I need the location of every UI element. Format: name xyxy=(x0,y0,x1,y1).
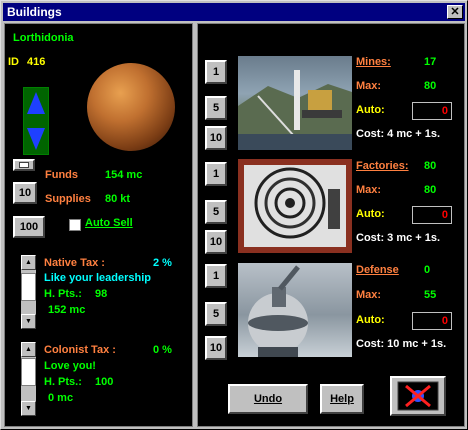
factories-add-1-button[interactable]: 1 xyxy=(205,162,227,186)
native-income: 152 mc xyxy=(48,304,86,316)
planet-id-label: ID xyxy=(8,56,19,68)
mines-current: 17 xyxy=(424,56,437,68)
supplies-label: Supplies xyxy=(45,193,91,205)
mines-cost: Cost: 4 mc + 1s. xyxy=(356,128,441,140)
close-button[interactable]: ✕ xyxy=(447,5,463,19)
buildings-window: Buildings ✕ Lorthidonia ID 416 10 100 Fu… xyxy=(0,0,468,430)
factories-image xyxy=(238,159,352,253)
defense-auto-input[interactable]: 0 xyxy=(412,312,452,330)
factories-auto-label: Auto: xyxy=(356,208,385,220)
scroll-up-icon[interactable]: ▲ xyxy=(21,255,36,270)
factories-current: 80 xyxy=(424,160,437,172)
colonist-tax-scrollbar[interactable]: ▲ ▼ xyxy=(21,342,36,416)
mines-max: 80 xyxy=(424,80,437,92)
exit-icon xyxy=(397,381,439,411)
colonist-hpts-value: 100 xyxy=(95,376,114,388)
native-mood: Like your leadership xyxy=(44,272,151,284)
defense-max: 55 xyxy=(424,289,437,301)
mines-auto-input[interactable]: 0 xyxy=(412,102,452,120)
auto-sell-checkbox[interactable] xyxy=(69,219,81,231)
defense-add-10-button[interactable]: 10 xyxy=(205,336,227,360)
mines-add-1-button[interactable]: 1 xyxy=(205,60,227,84)
colonist-income: 0 mc xyxy=(48,392,74,404)
colonist-tax-label: Colonist Tax : xyxy=(44,344,116,356)
defense-label: Defense xyxy=(356,264,399,276)
title-bar: Buildings ✕ xyxy=(3,3,465,21)
factories-cost: Cost: 3 mc + 1s. xyxy=(356,232,441,244)
scroll-thumb[interactable] xyxy=(21,273,36,301)
scroll-up-icon[interactable]: ▲ xyxy=(21,342,36,357)
planet-name: Lorthidonia xyxy=(13,32,74,44)
factories-auto-input[interactable]: 0 xyxy=(412,206,452,224)
defense-auto-label: Auto: xyxy=(356,314,385,326)
mines-add-5-button[interactable]: 5 xyxy=(205,96,227,120)
funds-label: Funds xyxy=(45,169,78,181)
planet-id-value: 416 xyxy=(27,56,46,68)
window-title: Buildings xyxy=(7,5,62,19)
defense-add-5-button[interactable]: 5 xyxy=(205,302,227,326)
help-button[interactable]: Help xyxy=(320,384,364,414)
factories-add-10-button[interactable]: 10 xyxy=(205,230,227,254)
colonist-tax-value: 0 % xyxy=(153,344,172,356)
mines-image xyxy=(238,56,352,150)
native-tax-value: 2 % xyxy=(153,257,172,269)
factories-label: Factories: xyxy=(356,160,409,172)
defense-add-1-button[interactable]: 1 xyxy=(205,264,227,288)
mines-max-label: Max: xyxy=(356,80,382,92)
arrow-down-icon[interactable] xyxy=(27,128,45,150)
native-tax-label: Native Tax : xyxy=(44,257,105,269)
arrow-up-icon[interactable] xyxy=(27,92,45,114)
sell-slider-button[interactable] xyxy=(13,159,35,171)
mines-auto-label: Auto: xyxy=(356,104,385,116)
colonist-hpts-label: H. Pts.: xyxy=(44,376,82,388)
native-tax-scrollbar[interactable]: ▲ ▼ xyxy=(21,255,36,329)
bar-icon xyxy=(19,162,29,168)
planet-globe-icon xyxy=(87,63,175,151)
defense-max-label: Max: xyxy=(356,289,382,301)
scroll-down-icon[interactable]: ▼ xyxy=(21,401,36,416)
scroll-down-icon[interactable]: ▼ xyxy=(21,314,36,329)
defense-image xyxy=(238,263,352,357)
funds-value: 154 mc xyxy=(105,169,143,181)
auto-sell-label[interactable]: Auto Sell xyxy=(85,217,133,229)
mines-add-10-button[interactable]: 10 xyxy=(205,126,227,150)
planet-selector-arrows[interactable] xyxy=(23,87,49,155)
native-hpts-value: 98 xyxy=(95,288,108,300)
scroll-thumb[interactable] xyxy=(21,358,36,386)
mines-label: Mines: xyxy=(356,56,391,68)
defense-cost: Cost: 10 mc + 1s. xyxy=(356,338,447,350)
sell-10-button[interactable]: 10 xyxy=(13,182,37,204)
undo-button[interactable]: Undo xyxy=(228,384,308,414)
buildings-panel: 1 5 10 Mines: 17 Max: 80 Auto: 0 Cost: 4… xyxy=(197,23,465,427)
colonist-mood: Love you! xyxy=(44,360,96,372)
sell-100-button[interactable]: 100 xyxy=(13,216,45,238)
exit-button[interactable] xyxy=(390,376,446,416)
factories-max-label: Max: xyxy=(356,184,382,196)
native-hpts-label: H. Pts.: xyxy=(44,288,82,300)
factories-add-5-button[interactable]: 5 xyxy=(205,200,227,224)
supplies-value: 80 kt xyxy=(105,193,131,205)
planet-panel: Lorthidonia ID 416 10 100 Funds 154 mc S… xyxy=(4,23,193,427)
defense-current: 0 xyxy=(424,264,431,276)
factories-max: 80 xyxy=(424,184,437,196)
